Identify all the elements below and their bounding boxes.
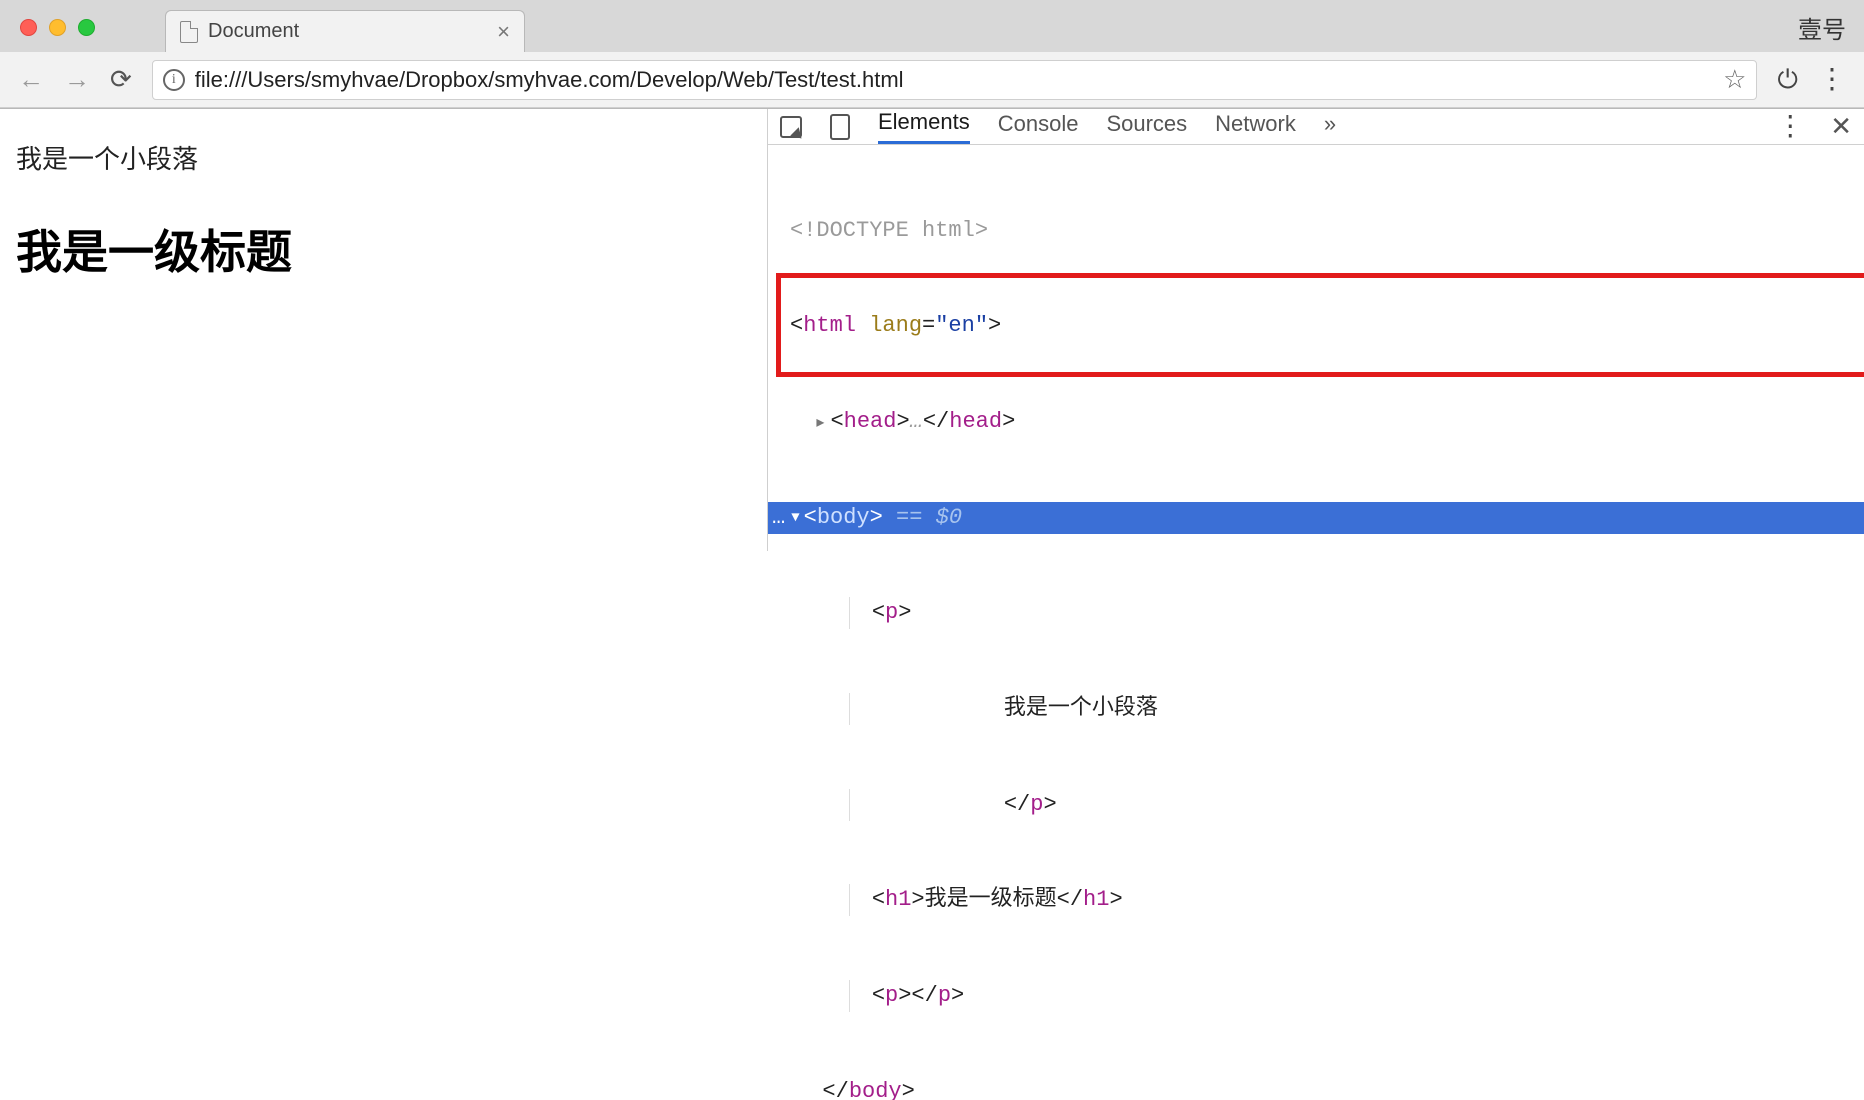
page-viewport: 我是一个小段落 我是一级标题 bbox=[0, 109, 768, 551]
content-split: 我是一个小段落 我是一级标题 Elements Console Sources … bbox=[0, 109, 1864, 551]
power-icon[interactable]: ⏻ bbox=[1777, 64, 1798, 96]
head-line[interactable]: <head>…</head> bbox=[768, 406, 1864, 438]
tab-title: Document bbox=[208, 20, 299, 43]
page-h1: 我是一级标题 bbox=[16, 216, 751, 282]
doctype-line: <!DOCTYPE html> bbox=[790, 218, 988, 243]
tab-network[interactable]: Network bbox=[1215, 111, 1296, 143]
url-text: file:///Users/smyhvae/Dropbox/smyhvae.co… bbox=[195, 67, 1713, 93]
tab-overflow[interactable]: » bbox=[1324, 111, 1336, 143]
nav-back-button[interactable]: ← bbox=[18, 64, 44, 95]
window-fullscreen-button[interactable] bbox=[78, 19, 95, 36]
browser-chrome: Document × 壹号 ← → ⟳ i file:///Users/smyh… bbox=[0, 0, 1864, 109]
nav-forward-button[interactable]: → bbox=[64, 64, 90, 95]
devtools-close-button[interactable]: ✕ bbox=[1830, 111, 1852, 142]
device-toolbar-icon[interactable] bbox=[830, 114, 850, 140]
tab-strip: Document × 壹号 bbox=[0, 0, 1864, 52]
window-close-button[interactable] bbox=[20, 19, 37, 36]
profile-name[interactable]: 壹号 bbox=[1798, 10, 1846, 45]
p-text-line[interactable]: 我是一个小段落 bbox=[768, 693, 1864, 725]
body-line-selected[interactable]: …▼<body> == $0 bbox=[768, 502, 1864, 534]
bookmark-star-icon[interactable]: ☆ bbox=[1723, 64, 1746, 95]
window-traffic-lights bbox=[20, 19, 95, 36]
h1-line[interactable]: <h1>我是一级标题</h1> bbox=[768, 884, 1864, 916]
reload-button[interactable]: ⟳ bbox=[110, 64, 132, 95]
empty-p-line[interactable]: <p></p> bbox=[768, 980, 1864, 1012]
devtools-tab-bar: Elements Console Sources Network » ⋮ ✕ bbox=[768, 109, 1864, 145]
browser-tab[interactable]: Document × bbox=[165, 10, 525, 52]
window-minimize-button[interactable] bbox=[49, 19, 66, 36]
page-paragraph: 我是一个小段落 bbox=[16, 139, 751, 176]
p-close-line[interactable]: </p> bbox=[768, 789, 1864, 821]
elements-tree[interactable]: <!DOCTYPE html> <html lang="en"> <head>…… bbox=[768, 145, 1864, 1100]
devtools-menu-button[interactable]: ⋮ bbox=[1776, 122, 1804, 130]
browser-menu-button[interactable]: ⋮ bbox=[1818, 75, 1846, 83]
tab-elements[interactable]: Elements bbox=[878, 109, 970, 144]
body-close-line[interactable]: </body> bbox=[768, 1076, 1864, 1100]
tab-sources[interactable]: Sources bbox=[1106, 111, 1187, 143]
p-open-line[interactable]: <p> bbox=[768, 597, 1864, 629]
tab-close-button[interactable]: × bbox=[497, 21, 510, 43]
site-info-icon[interactable]: i bbox=[163, 69, 185, 91]
devtools-panel: Elements Console Sources Network » ⋮ ✕ <… bbox=[768, 109, 1864, 551]
url-box[interactable]: i file:///Users/smyhvae/Dropbox/smyhvae.… bbox=[152, 60, 1758, 100]
html-open-line[interactable]: <html lang="en"> bbox=[768, 310, 1864, 342]
file-icon bbox=[180, 21, 198, 43]
inspect-element-icon[interactable] bbox=[780, 116, 802, 138]
address-bar: ← → ⟳ i file:///Users/smyhvae/Dropbox/sm… bbox=[0, 52, 1864, 108]
tab-console[interactable]: Console bbox=[998, 111, 1079, 143]
